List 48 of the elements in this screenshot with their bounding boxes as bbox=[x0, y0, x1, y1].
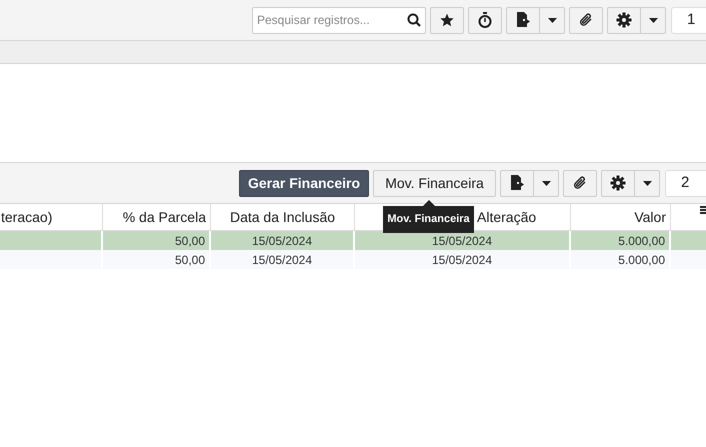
table-cell-text: 5.000,00 bbox=[617, 252, 665, 268]
column-header: Alteração bbox=[477, 208, 536, 227]
settings-icon bbox=[610, 175, 626, 191]
search-icon bbox=[407, 13, 421, 27]
dropdown-button[interactable] bbox=[641, 6, 666, 34]
caret-icon bbox=[648, 18, 658, 22]
caret-icon bbox=[642, 180, 652, 186]
column-header: teracao) bbox=[0, 208, 54, 227]
table-row[interactable]: 50,00 15/05/2024 15/05/2024 5.000,00 bbox=[0, 231, 706, 250]
settings-button[interactable] bbox=[607, 6, 641, 34]
attach-button[interactable] bbox=[569, 6, 603, 34]
caret-icon bbox=[548, 18, 556, 22]
table-cell-text: 15/05/2024 bbox=[430, 252, 494, 268]
paperclip-icon bbox=[578, 12, 594, 28]
timer-button[interactable] bbox=[468, 6, 502, 34]
column-header: Data da Inclusão bbox=[228, 208, 336, 226]
file-export-icon bbox=[510, 175, 524, 191]
column-header: % da Parcela bbox=[122, 208, 207, 226]
page-number-field[interactable]: 1 bbox=[671, 6, 706, 34]
file-export-icon bbox=[516, 12, 530, 28]
favorite-button[interactable] bbox=[430, 6, 464, 34]
tooltip: Mov. Financeira bbox=[383, 200, 474, 233]
settings-button[interactable] bbox=[601, 170, 635, 196]
table-cell-text: 5.000,00 bbox=[617, 232, 665, 250]
action-button[interactable]: Gerar Financeiro bbox=[239, 170, 369, 196]
export-button[interactable] bbox=[500, 170, 534, 196]
table-cell-text: 15/05/2024 bbox=[430, 232, 494, 250]
dropdown-button[interactable] bbox=[534, 170, 559, 196]
table-cell-text: 15/05/2024 bbox=[250, 252, 314, 268]
attach-button[interactable] bbox=[563, 170, 597, 196]
star-icon bbox=[440, 13, 454, 27]
settings-icon bbox=[616, 12, 632, 28]
column-header: Valor bbox=[633, 208, 667, 226]
table-row[interactable]: 50,00 15/05/2024 15/05/2024 5.000,00 bbox=[0, 250, 706, 269]
paperclip-icon bbox=[572, 175, 588, 191]
search-field[interactable]: Pesquisar registros... bbox=[252, 6, 426, 34]
search-input[interactable]: Pesquisar registros... bbox=[257, 11, 397, 29]
dropdown-button[interactable] bbox=[635, 170, 660, 196]
table-cell-text: 15/05/2024 bbox=[250, 232, 314, 250]
page-number-field[interactable]: 2 bbox=[665, 170, 706, 196]
export-button[interactable] bbox=[506, 6, 540, 34]
dropdown-button[interactable] bbox=[540, 6, 565, 34]
action-button[interactable]: Mov. Financeira bbox=[373, 170, 496, 196]
columns-icon[interactable] bbox=[700, 204, 706, 214]
table-cell-text: 50,00 bbox=[174, 252, 205, 268]
caret-icon bbox=[542, 180, 550, 186]
table-cell-text: 50,00 bbox=[174, 232, 205, 250]
stopwatch-icon bbox=[478, 12, 492, 28]
